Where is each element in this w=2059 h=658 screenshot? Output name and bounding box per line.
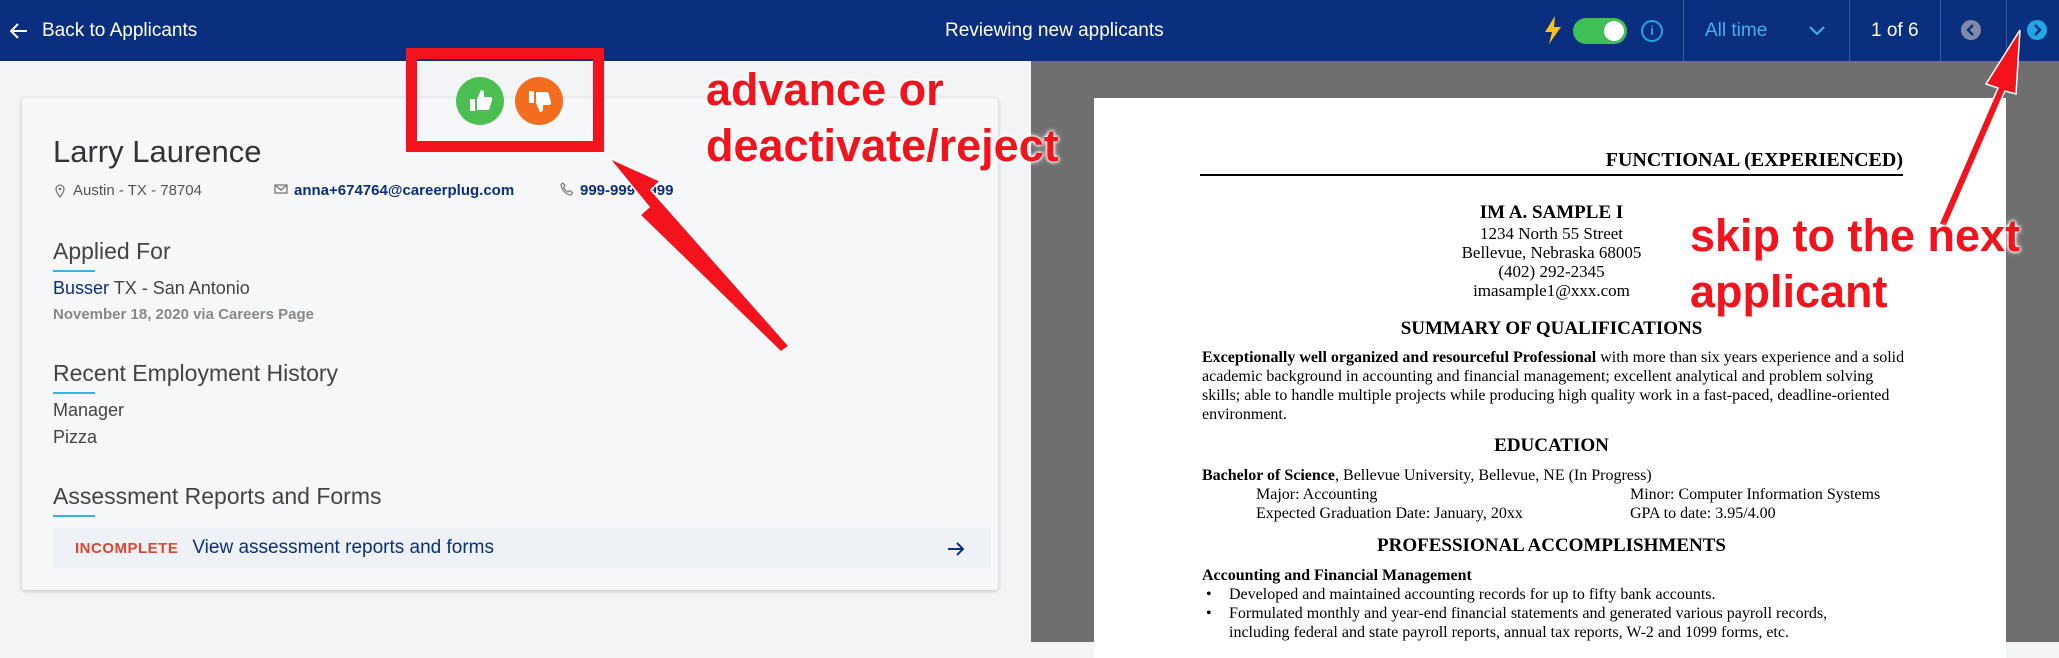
applicant-location: Austin - TX - 78704 [73,182,202,199]
status-badge: INCOMPLETE [75,539,179,557]
assessments-heading: Assessment Reports and Forms [53,483,382,509]
heading-underline [53,270,95,272]
phone-icon [560,182,574,196]
gpa: GPA to date: 3.95/4.00 [1630,505,1776,522]
summary-paragraph: Exceptionally well organized and resourc… [1202,348,1905,424]
employment-title: Manager [53,400,125,420]
divider [1940,0,1941,61]
employment-heading: Recent Employment History [53,360,339,386]
job-link[interactable]: Busser [53,278,109,298]
applicant-phone: 999-999-9999 [580,182,674,199]
chevron-down-icon [1809,25,1825,35]
education-heading: EDUCATION [1494,435,1609,456]
info-icon[interactable]: i [1641,20,1663,42]
lightning-icon [1545,16,1561,44]
view-assessments-link[interactable]: View assessment reports and forms [192,537,494,559]
major: Major: Accounting [1256,486,1378,503]
heading-underline [53,392,95,394]
location-pin-icon [55,183,65,198]
envelope-icon [274,184,288,194]
degree-text: , Bellevue University, Bellevue, NE (In … [1335,467,1652,484]
applicant-counter: 1 of 6 [1871,20,1919,41]
back-label: Back to Applicants [42,19,198,41]
annotation-skip-line1: skip to the next [1690,210,2021,261]
job-location: TX - San Antonio [113,278,250,298]
page-title: Reviewing new applicants [945,20,1164,41]
email-link[interactable]: anna+674764@careerplug.com [274,182,514,199]
applicant-name: Larry Laurence [53,134,262,169]
top-bar: Back to Applicants Reviewing new applica… [0,0,2059,61]
phone-link[interactable]: 999-999-9999 [560,182,673,199]
degree-line: Bachelor of Science, Bellevue University… [1202,466,1905,485]
toggle-knob [1604,21,1624,41]
employment-company: Pizza [53,427,98,447]
divider [2006,0,2007,61]
assessment-row[interactable]: INCOMPLETE View assessment reports and f… [53,528,991,568]
applied-job: Busser TX - San Antonio [53,278,250,299]
summary-heading: SUMMARY OF QUALIFICATIONS [1400,318,1703,339]
resume-document: FUNCTIONAL (EXPERIENCED) IM A. SAMPLE I … [1094,98,2006,658]
minor: Minor: Computer Information Systems [1630,486,1881,503]
contact-info: Austin - TX - 78704 anna+674764@careerpl… [53,182,673,199]
applied-for-heading: Applied For [53,238,171,264]
annotation-advance-line1: advance or [706,64,944,115]
previous-applicant-button[interactable] [1961,20,1981,40]
applicant-email: anna+674764@careerplug.com [294,182,515,199]
annotation-skip-line2: applicant [1690,266,1888,317]
chevron-right-icon [2034,24,2042,36]
arrow-right-icon [948,542,965,556]
divider [1849,0,1850,61]
summary-bold: Exceptionally well organized and resourc… [1202,349,1597,366]
date-range-select[interactable]: All time [1705,0,1825,61]
applied-date-source: November 18, 2020 via Careers Page [53,306,314,323]
heading-underline [53,515,95,517]
highlight-box [406,48,604,152]
accomplishments-heading: PROFESSIONAL ACCOMPLISHMENTS [1377,535,1726,556]
back-to-applicants-link[interactable]: Back to Applicants [10,0,197,61]
next-applicant-button[interactable] [2027,20,2047,40]
divider [1683,0,1684,61]
annotation-advance-line2: deactivate/reject [706,120,1059,171]
resume-header: FUNCTIONAL (EXPERIENCED) [1200,149,1903,176]
date-range-value: All time [1705,19,1768,41]
chevron-left-icon [1966,24,1974,36]
arrow-left-icon [10,22,27,39]
auto-advance-toggle[interactable] [1573,18,1627,44]
graduation-date: Expected Graduation Date: January, 20xx [1256,505,1523,522]
degree-bold: Bachelor of Science [1202,467,1336,484]
accounting-heading: Accounting and Financial Management [1202,567,1472,584]
